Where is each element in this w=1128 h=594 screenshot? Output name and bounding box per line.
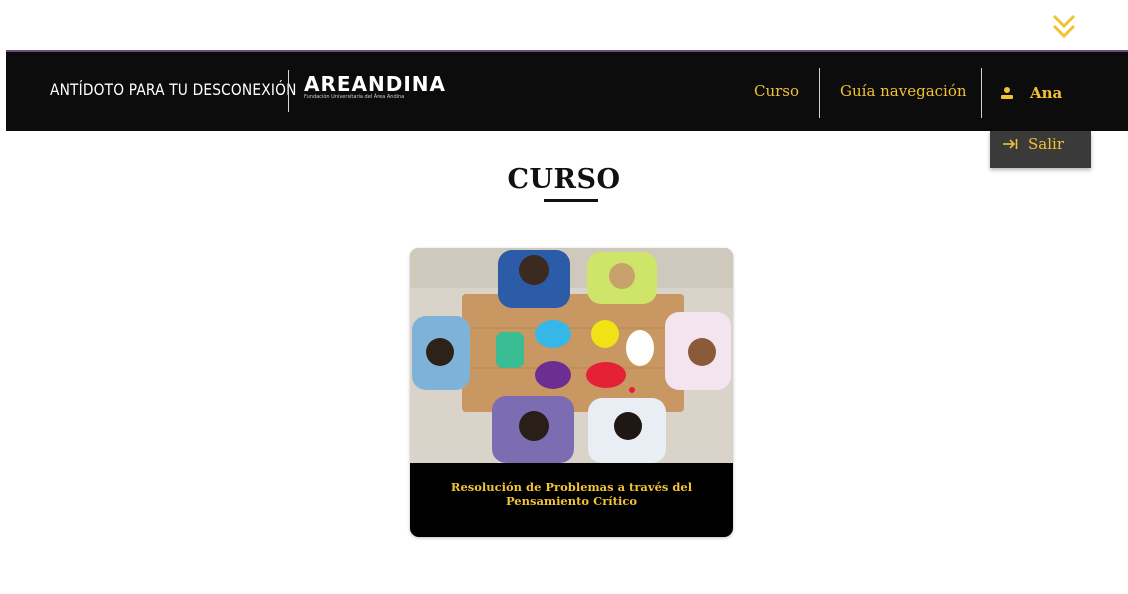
logo-name: AREANDINA <box>304 72 447 96</box>
logout-icon <box>1003 139 1018 149</box>
top-navbar: ANTÍDOTO PARA TU DESCONEXIÓN AREANDINA F… <box>6 50 1128 131</box>
user-dropdown: Salir <box>990 131 1091 168</box>
logout-label: Salir <box>1028 135 1064 153</box>
course-image <box>410 248 733 463</box>
nav-divider <box>819 68 820 118</box>
user-name: Ana <box>1030 84 1063 102</box>
user-menu[interactable]: Ana <box>1000 84 1062 102</box>
title-underline <box>544 199 598 202</box>
nav-divider <box>981 68 982 118</box>
course-title: Resolución de Problemas a través del Pen… <box>450 480 693 508</box>
areandina-logo[interactable]: AREANDINA Fundación Universitaria del Ár… <box>304 74 446 101</box>
page-title: CURSO <box>507 164 621 195</box>
brand-divider <box>288 70 289 112</box>
nav-link-guia-navegacion[interactable]: Guía navegación <box>840 82 967 100</box>
course-card[interactable]: Resolución de Problemas a través del Pen… <box>410 248 733 537</box>
double-chevron-down-icon[interactable] <box>1050 10 1078 42</box>
user-icon <box>1001 87 1013 99</box>
logout-menu-item[interactable]: Salir <box>1002 135 1064 153</box>
brand-tagline[interactable]: ANTÍDOTO PARA TU DESCONEXIÓN <box>50 80 297 99</box>
nav-link-curso[interactable]: Curso <box>754 82 799 100</box>
